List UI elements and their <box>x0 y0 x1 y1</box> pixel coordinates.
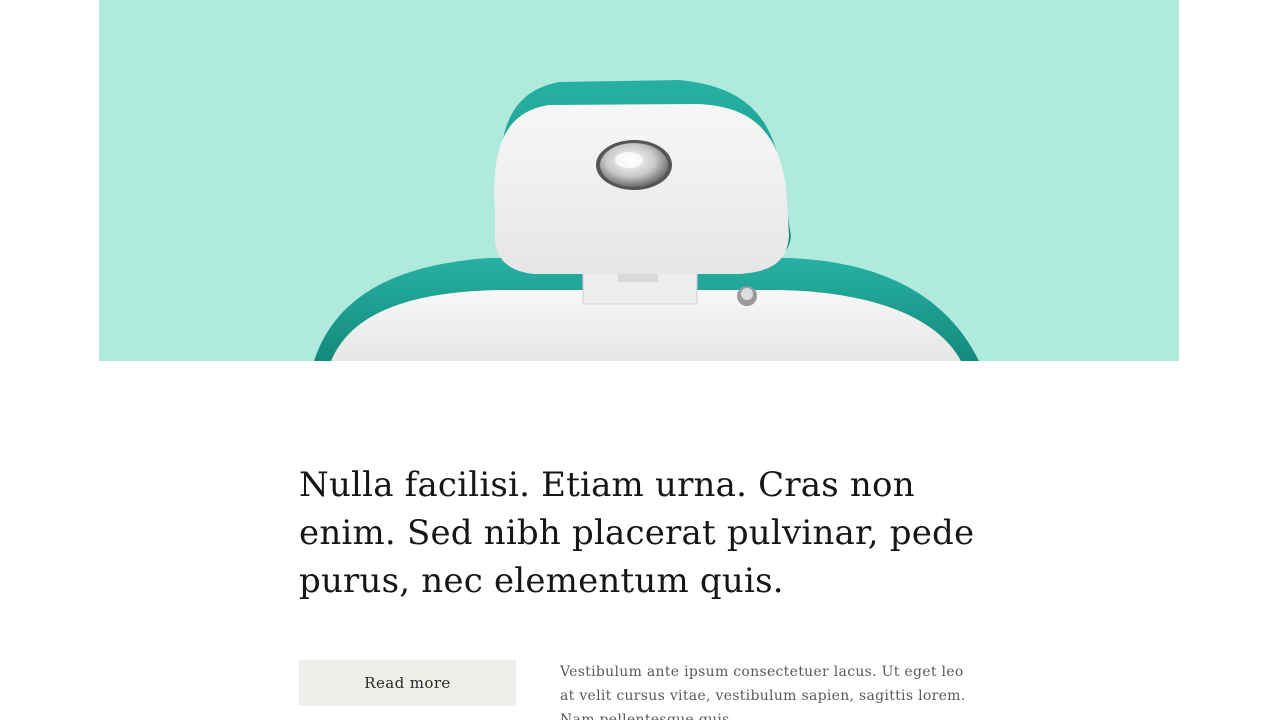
read-more-button[interactable]: Read more <box>299 660 516 706</box>
article-excerpt: Vestibulum ante ipsum consectetuer lacus… <box>560 664 966 720</box>
dental-chair-illustration <box>314 80 979 361</box>
article-headline: Nulla facilisi. Etiam urna. Cras non eni… <box>299 465 975 601</box>
hero-image <box>99 0 1179 361</box>
